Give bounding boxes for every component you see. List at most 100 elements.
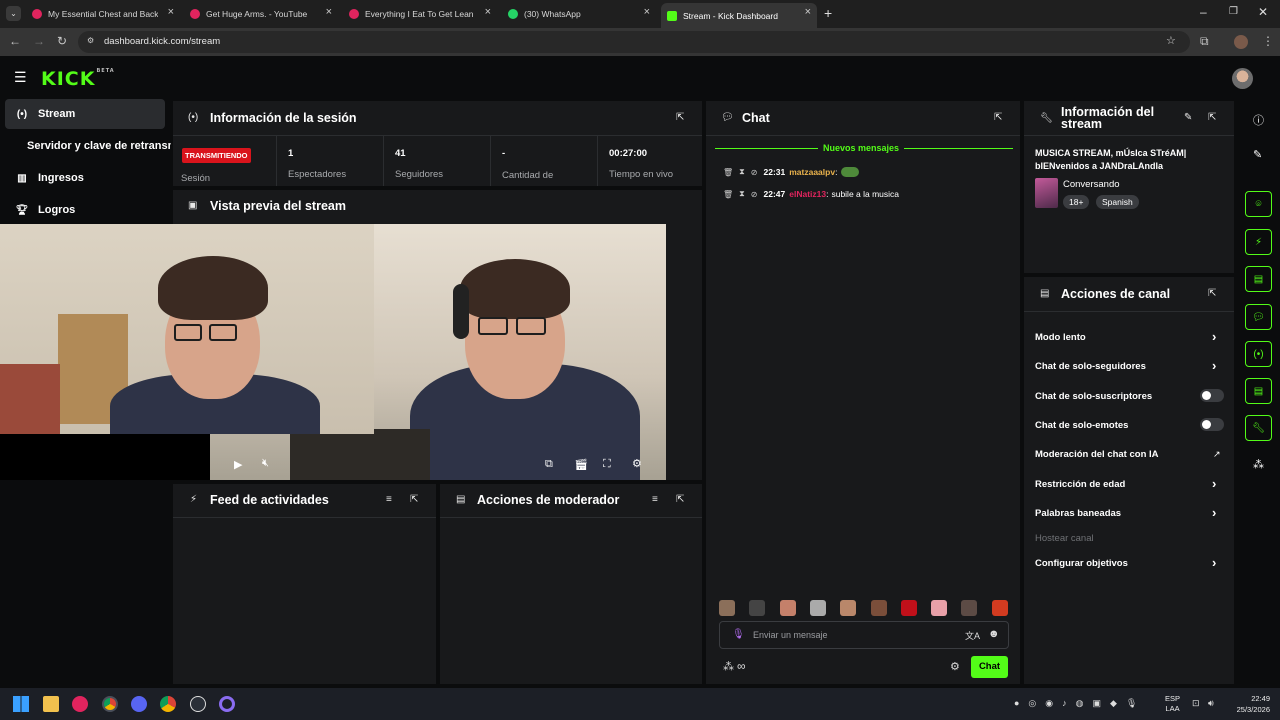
chat-rail-button[interactable]: 💬︎	[1245, 304, 1272, 330]
close-icon[interactable]: ×	[326, 6, 332, 18]
lightning-rail-button[interactable]: ⚡︎	[1245, 229, 1272, 255]
category-name[interactable]: Conversando	[1063, 179, 1120, 190]
play-icon[interactable]: ▶	[234, 458, 242, 471]
ai-moderation-row[interactable]: Moderación del chat con IA	[1035, 449, 1159, 460]
chat-input[interactable]: 🎙︎ Enviar un mensaje 文A ☻	[719, 621, 1009, 649]
star-icon[interactable]: ☆	[1166, 34, 1176, 47]
emoji-icon[interactable]: ☻	[988, 628, 1000, 640]
mic-icon[interactable]: 🎙︎	[732, 629, 745, 640]
translate-icon[interactable]: 文A	[965, 629, 980, 642]
popout-icon[interactable]: ⇱	[1208, 288, 1216, 299]
network-icon[interactable]: ⊡	[1192, 698, 1200, 709]
chrome-alt-icon[interactable]	[160, 696, 176, 712]
chevron-right-icon[interactable]: ›	[1212, 555, 1216, 570]
steam-icon[interactable]	[190, 696, 206, 712]
file-explorer-icon[interactable]	[43, 696, 59, 712]
browser-tab[interactable]: My Essential Chest and Back W ×	[26, 3, 180, 25]
sidebar-item-revenue[interactable]: ▥ Ingresos	[5, 163, 165, 193]
popout-icon[interactable]: ⇱	[676, 494, 684, 505]
app-icon[interactable]	[219, 696, 235, 712]
message-username[interactable]: matzaaalpv	[789, 167, 835, 177]
emote-button[interactable]	[749, 600, 766, 616]
fullscreen-icon[interactable]: ⛶	[603, 458, 611, 471]
emotes-only-toggle[interactable]	[1200, 418, 1224, 431]
emote-button[interactable]	[900, 600, 917, 616]
message-username[interactable]: elNatiz13	[789, 189, 826, 199]
emote-button[interactable]	[719, 600, 735, 616]
external-link-icon[interactable]: ↗	[1213, 449, 1221, 460]
browser-tab-active[interactable]: Stream - Kick Dashboard ×	[661, 3, 817, 28]
extensions-icon[interactable]: ⧉	[1200, 34, 1209, 49]
windows-start-icon[interactable]	[13, 696, 29, 712]
volume-icon[interactable]: 🔊︎	[1208, 698, 1214, 709]
tag-badge[interactable]: Spanish	[1096, 195, 1139, 209]
profile-avatar[interactable]	[1234, 35, 1248, 49]
broadcast-rail-button[interactable]: (•)	[1245, 341, 1272, 367]
tab-search-icon[interactable]: ⌄	[6, 6, 21, 21]
popout-icon[interactable]: ⇱	[1208, 112, 1216, 123]
back-icon[interactable]: ←	[9, 34, 21, 48]
age-restriction-row[interactable]: Restricción de edad	[1035, 479, 1125, 490]
popout-icon[interactable]: ⇱	[410, 494, 418, 505]
menu-dots-icon[interactable]: ⋮	[1262, 34, 1274, 48]
chevron-right-icon[interactable]: ›	[1212, 329, 1216, 344]
delete-icon[interactable]: 🗑︎	[723, 190, 733, 199]
popout-icon[interactable]: ⇱	[676, 112, 684, 123]
youtube-music-icon[interactable]	[72, 696, 88, 712]
ban-icon[interactable]: ⊘	[751, 190, 758, 199]
sidebar-item-achievements[interactable]: 🏆︎ Logros	[5, 195, 165, 225]
site-info-icon[interactable]: ⚙	[87, 36, 94, 45]
actions-rail-button[interactable]: ▤	[1245, 378, 1272, 404]
popout-icon[interactable]: ⇱	[994, 112, 1002, 123]
document-rail-button[interactable]: ▤	[1245, 266, 1272, 292]
close-window-icon[interactable]: ✕	[1258, 5, 1268, 19]
minimize-icon[interactable]: –	[1200, 5, 1207, 19]
sidebar-item-stream[interactable]: (•) Stream	[5, 99, 165, 129]
timeout-icon[interactable]: ⧗	[739, 189, 745, 199]
points-icon[interactable]: ⁂	[1253, 458, 1264, 471]
forward-icon[interactable]: →	[33, 34, 45, 48]
emote-button[interactable]	[779, 600, 796, 616]
clock[interactable]: 22:49 25/3/2026	[1228, 693, 1270, 715]
filter-icon[interactable]: ≡	[652, 494, 658, 505]
wrench-rail-button[interactable]: 🔧︎	[1245, 415, 1272, 441]
reload-icon[interactable]: ↻	[57, 34, 67, 48]
user-avatar[interactable]	[1232, 68, 1253, 89]
chat-settings-icon[interactable]: ⚙	[950, 660, 960, 673]
hamburger-menu-icon[interactable]: ☰	[14, 69, 27, 86]
language-indicator[interactable]: ESP LAA	[1165, 694, 1180, 714]
emote-button[interactable]	[991, 600, 1008, 616]
emote-button[interactable]	[961, 600, 978, 616]
configure-goals-row[interactable]: Configurar objetivos	[1035, 558, 1128, 569]
pip-icon[interactable]: ⧉	[545, 458, 553, 471]
scene-rail-button[interactable]: ⌾	[1245, 191, 1272, 217]
timeout-icon[interactable]: ⧗	[739, 167, 745, 177]
tray-icons[interactable]: ●◎◉♪◍▣◆🎙︎	[1014, 698, 1146, 709]
ban-icon[interactable]: ⊘	[751, 168, 758, 177]
tag-badge[interactable]: 18+	[1063, 195, 1090, 209]
kick-points-icon[interactable]: ⁂	[723, 660, 734, 673]
browser-tab[interactable]: Everything I Eat To Get Lean In ×	[343, 3, 497, 25]
edit-icon[interactable]: ✎	[1253, 148, 1262, 161]
chevron-right-icon[interactable]: ›	[1212, 505, 1216, 520]
restore-icon[interactable]: ❐	[1229, 6, 1238, 17]
delete-icon[interactable]: 🗑︎	[723, 168, 733, 177]
discord-icon[interactable]	[131, 696, 147, 712]
chevron-right-icon[interactable]: ›	[1212, 476, 1216, 491]
emote-button[interactable]	[931, 600, 948, 616]
sidebar-item-server-key[interactable]: Servidor y clave de retransmisión	[5, 131, 171, 161]
banned-words-row[interactable]: Palabras baneadas	[1035, 508, 1121, 519]
close-icon[interactable]: ×	[644, 6, 650, 18]
emote-button[interactable]	[870, 600, 887, 616]
chat-send-button[interactable]: Chat	[971, 656, 1008, 678]
browser-tab[interactable]: (30) WhatsApp ×	[502, 3, 656, 25]
emote-button[interactable]	[840, 600, 857, 616]
subscribers-only-row[interactable]: Chat de solo-suscriptores	[1035, 391, 1152, 402]
subscribers-only-toggle[interactable]	[1200, 389, 1224, 402]
emotes-only-row[interactable]: Chat de solo-emotes	[1035, 420, 1128, 431]
stream-video-player[interactable]: ▶ 🔇︎ ⧉ 🎬︎ ⛶ ⚙	[0, 224, 666, 480]
chrome-icon[interactable]	[102, 696, 118, 712]
emote-button[interactable]	[809, 600, 826, 616]
clip-icon[interactable]: 🎬︎	[574, 458, 588, 471]
infinity-icon[interactable]: ∞	[737, 659, 746, 673]
